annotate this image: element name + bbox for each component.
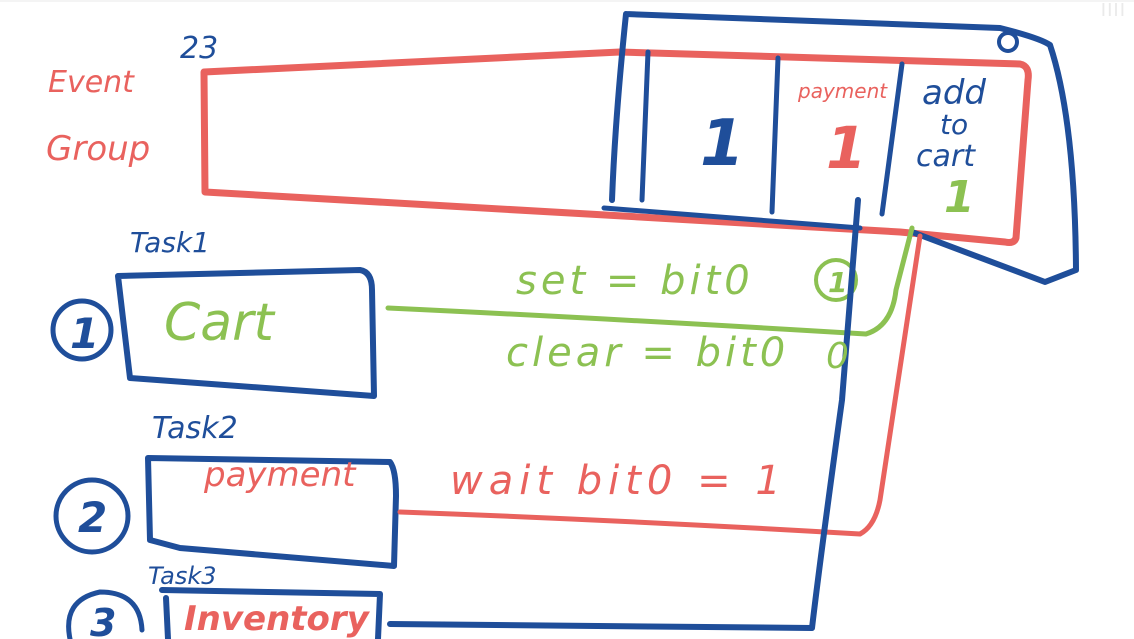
clear-marker: 0 [826, 336, 849, 377]
task3-body: Inventory [184, 599, 371, 639]
bits-count-label: 23 [180, 31, 218, 66]
task2-body: payment [203, 455, 357, 495]
task3-title: Task3 [148, 562, 217, 590]
whiteboard-canvas: Event Group 23 1 payment 1 add to cart 1… [46, 11, 1079, 639]
task1-title: Task1 [130, 226, 210, 259]
wait-annotation: wait bit0 = 1 [450, 458, 787, 504]
bit0-title-line1: add [922, 73, 986, 113]
set-marker: 1 [828, 266, 847, 299]
group-label-line2: Group [46, 129, 150, 169]
task2-number: 2 [78, 493, 107, 542]
bit1-value: 1 [826, 114, 866, 182]
task1-number: 1 [70, 309, 99, 358]
bit0-title-line2: to [940, 108, 968, 141]
bit-divider-2 [769, 55, 781, 215]
bit2-value: 1 [700, 107, 745, 181]
task3-number: 3 [90, 601, 116, 639]
bit-frame-ring [997, 31, 1019, 53]
clear-annotation: clear = bit0 [506, 330, 789, 376]
bit1-title: payment [797, 79, 888, 103]
task2-title: Task2 [152, 411, 238, 446]
bit0-title-line3: cart [916, 139, 976, 174]
bit0-value: 1 [944, 172, 975, 223]
set-annotation: set = bit0 [516, 258, 754, 304]
bit-divider-1 [639, 49, 651, 203]
task1-body: Cart [164, 293, 276, 353]
group-label-line1: Event [48, 65, 135, 100]
corner-watermark: IIII [1100, 0, 1126, 21]
